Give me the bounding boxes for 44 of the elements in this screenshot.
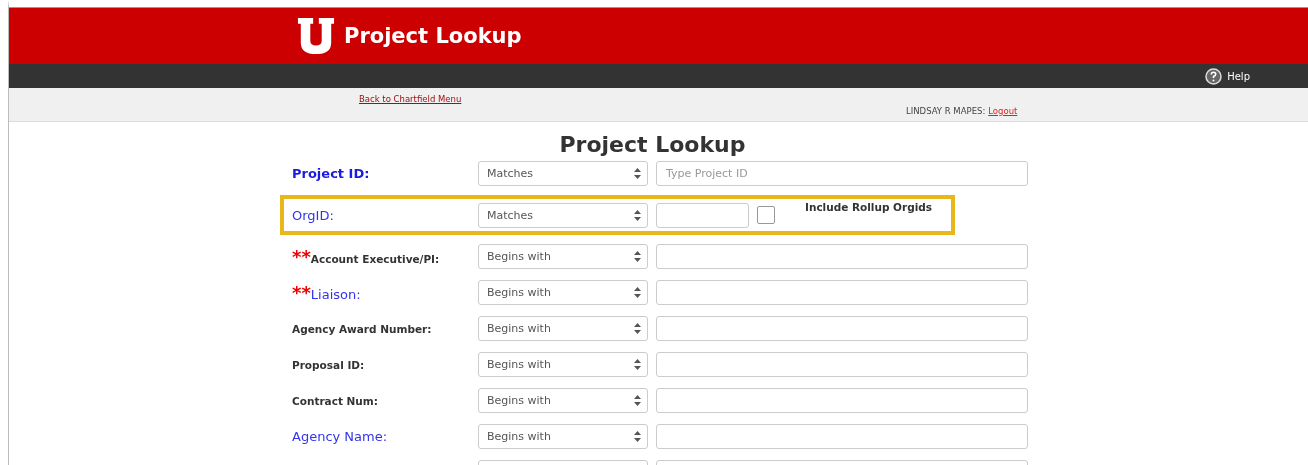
field-label: Liaison: [310, 286, 361, 302]
sort-arrows-icon [634, 251, 641, 262]
operator-select[interactable]: Begins with [478, 424, 648, 449]
field-label: Account Executive/PI: [310, 252, 440, 265]
operator-select[interactable]: Begins with [478, 280, 648, 305]
checkbox-label: Include Rollup Orgids [805, 201, 933, 213]
sort-arrows-icon [634, 431, 641, 442]
field-label: Agency Award Number: [292, 322, 432, 335]
input-field[interactable] [656, 244, 1028, 269]
operator-select[interactable]: Begins with [478, 352, 648, 377]
field-label: Contract Num: [292, 394, 378, 407]
help-link[interactable]: Help [1205, 67, 1250, 85]
input-field[interactable] [656, 424, 1028, 449]
sort-arrows-icon [634, 395, 641, 406]
input-field[interactable] [656, 280, 1028, 305]
back-link[interactable]: Back to Chartfield Menu [359, 94, 462, 104]
form-title: Project Lookup [558, 131, 747, 159]
required-mark: ** [292, 247, 311, 266]
user-name: LINDSAY R MAPES: [906, 106, 986, 116]
input-field[interactable] [656, 202, 749, 228]
field-label: OrgID: [292, 207, 334, 223]
field-label: Project ID: [292, 166, 370, 181]
operator-select[interactable]: Begins with [478, 244, 648, 269]
input-field[interactable]: Type Project ID [656, 161, 1028, 186]
operator-select[interactable]: Begins with [478, 316, 648, 341]
sort-arrows-icon [634, 287, 641, 298]
checkbox[interactable] [757, 206, 775, 224]
logout-link[interactable]: Logout [988, 106, 1018, 116]
field-label: Agency Name: [292, 429, 388, 444]
sort-arrows-icon [634, 359, 641, 370]
operator-select[interactable]: Begins with [478, 388, 648, 413]
sort-arrows-icon [634, 323, 641, 334]
input-field[interactable] [656, 352, 1028, 377]
u-logo-icon [296, 17, 336, 55]
sort-arrows-icon [634, 209, 641, 221]
operator-select[interactable]: Matches [478, 161, 648, 186]
input-field[interactable] [656, 316, 1028, 341]
app-title: Project Lookup [344, 24, 522, 48]
field-label: Proposal ID: [292, 358, 365, 371]
input-field[interactable] [656, 388, 1028, 413]
sort-arrows-icon [634, 168, 641, 179]
operator-select[interactable]: Matches [478, 202, 648, 228]
required-mark: ** [292, 283, 311, 302]
help-icon [1205, 67, 1223, 85]
